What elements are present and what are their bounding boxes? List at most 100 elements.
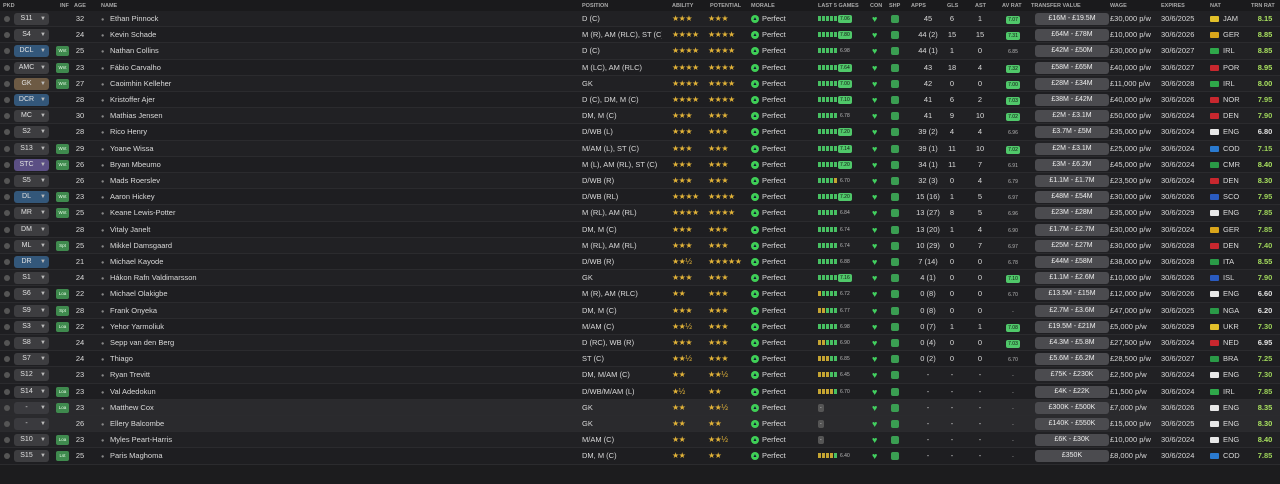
picked-indicator-icon[interactable] [4, 178, 10, 184]
picked-indicator-icon[interactable] [4, 113, 10, 120]
header-apps[interactable]: APPS [911, 3, 926, 9]
table-row[interactable]: S4 ▼ 24 ● Kevin Schade M (R), AM (RLC), ST (C… [0, 27, 1280, 44]
transfer-value-cell[interactable]: £2M - £3.1M [1035, 142, 1109, 155]
picked-indicator-icon[interactable] [4, 404, 10, 411]
player-name[interactable]: Aaron Hickey [110, 192, 155, 201]
player-name[interactable]: Myles Peart-Harris [110, 435, 172, 444]
player-name[interactable]: Mads Roerslev [110, 176, 160, 185]
table-row[interactable]: S15 ▼ Lst 25 ● Paris Maghoma DM, M (C) ★★ ★★ ▲ Per… [0, 448, 1280, 465]
position-selector[interactable]: DCL ▼ [14, 45, 49, 58]
player-name-cell[interactable]: ● Fábio Carvalho [101, 60, 301, 76]
position-selector[interactable]: S12 ▼ [14, 369, 49, 382]
player-name-cell[interactable]: ● Val Adedokun [101, 384, 301, 400]
table-row[interactable]: MR ▼ Wnt 25 ● Keane Lewis-Potter M (RL), AM (R… [0, 205, 1280, 222]
player-name-cell[interactable]: ● Nathan Collins [101, 43, 301, 59]
header-potential[interactable]: POTENTIAL [710, 3, 741, 9]
player-name[interactable]: Matthew Cox [110, 403, 154, 412]
nationality-cell[interactable]: ITA [1210, 254, 1254, 270]
nationality-cell[interactable]: COD [1210, 141, 1254, 157]
nationality-cell[interactable]: ENG [1210, 205, 1254, 221]
transfer-value-cell[interactable]: £38M - £42M [1035, 94, 1109, 106]
transfer-value-cell[interactable]: £16M - £19.5M [1035, 13, 1109, 25]
player-name[interactable]: Yoane Wissa [110, 144, 154, 153]
player-name[interactable]: Michael Olakigbe [110, 289, 168, 298]
position-selector[interactable]: S5 ▼ [14, 175, 49, 187]
player-name-cell[interactable]: ● Kristoffer Ajer [101, 92, 301, 108]
header-wage[interactable]: WAGE [1110, 3, 1127, 9]
player-name-cell[interactable]: ● Matthew Cox [101, 400, 301, 416]
picked-indicator-icon[interactable] [4, 453, 10, 460]
transfer-value-cell[interactable]: £1.1M - £2.6M [1035, 272, 1109, 285]
table-row[interactable]: DR ▼ 21 ● Michael Kayode D/WB (R) ★★½ ★★★★★ ▲ Per… [0, 254, 1280, 271]
player-name[interactable]: Mathias Jensen [110, 111, 163, 120]
picked-indicator-icon[interactable] [4, 421, 10, 427]
player-name-cell[interactable]: ● Aaron Hickey [101, 189, 301, 205]
position-selector[interactable]: S13 ▼ [14, 142, 49, 155]
picked-indicator-icon[interactable] [4, 97, 10, 103]
position-selector[interactable]: S14 ▼ [14, 385, 49, 398]
transfer-value-cell[interactable]: £13.5M - £15M [1035, 288, 1109, 301]
position-selector[interactable]: - ▼ [14, 401, 49, 414]
table-row[interactable]: S11 ▼ 32 ● Ethan Pinnock D (C) ★★★ ★★★ ▲ Perfect 7… [0, 11, 1280, 28]
position-selector[interactable]: MC ▼ [14, 110, 49, 123]
player-name[interactable]: Bryan Mbeumo [110, 160, 161, 169]
header-con[interactable]: CON [870, 3, 882, 9]
player-name-cell[interactable]: ● Ryan Trevitt [101, 367, 301, 383]
picked-indicator-icon[interactable] [4, 129, 10, 136]
transfer-value-cell[interactable]: £4K - £22K [1035, 385, 1109, 398]
position-selector[interactable]: MR ▼ [14, 207, 49, 220]
nationality-cell[interactable]: ENG [1210, 400, 1254, 416]
player-name-cell[interactable]: ● Mads Roerslev [101, 173, 301, 189]
picked-indicator-icon[interactable] [4, 16, 10, 22]
player-name-cell[interactable]: ● Keane Lewis-Potter [101, 205, 301, 221]
player-name[interactable]: Ethan Pinnock [110, 14, 158, 23]
nationality-cell[interactable]: UKR [1210, 319, 1254, 335]
picked-indicator-icon[interactable] [4, 307, 10, 314]
player-name-cell[interactable]: ● Paris Maghoma [101, 448, 301, 464]
nationality-cell[interactable]: GER [1210, 222, 1254, 238]
player-name[interactable]: Caoimhin Kelleher [110, 79, 171, 88]
picked-indicator-icon[interactable] [4, 32, 10, 39]
transfer-value-cell[interactable]: £1.1M - £1.7M [1035, 175, 1109, 187]
nationality-cell[interactable]: ENG [1210, 367, 1254, 383]
table-row[interactable]: GK ▼ Wnt 27 ● Caoimhin Kelleher GK ★★★★ ★★★★ ▲ Per… [0, 75, 1280, 92]
picked-indicator-icon[interactable] [4, 64, 10, 71]
position-selector[interactable]: S6 ▼ [14, 288, 49, 301]
nationality-cell[interactable]: BRA [1210, 351, 1254, 367]
player-name[interactable]: Nathan Collins [110, 46, 159, 55]
table-row[interactable]: S2 ▼ 28 ● Rico Henry D/WB (L) ★★★ ★★★ ▲ Perfect 7.… [0, 124, 1280, 141]
player-name[interactable]: Rico Henry [110, 127, 147, 136]
position-selector[interactable]: S3 ▼ [14, 320, 49, 333]
player-name-cell[interactable]: ● Sepp van den Berg [101, 335, 301, 351]
picked-indicator-icon[interactable] [4, 291, 10, 298]
table-row[interactable]: S6 ▼ Loa 22 ● Michael Olakigbe M (R), AM (RLC)… [0, 286, 1280, 303]
table-row[interactable]: S8 ▼ 24 ● Sepp van den Berg D (RC), WB (R) ★★★… [0, 335, 1280, 352]
position-selector[interactable]: S10 ▼ [14, 434, 49, 447]
player-name-cell[interactable]: ● Bryan Mbeumo [101, 157, 301, 173]
player-name[interactable]: Vitaly Janelt [110, 225, 150, 234]
table-row[interactable]: S5 ▼ 26 ● Mads Roerslev D/WB (R) ★★★ ★★★ ▲ Perfec… [0, 173, 1280, 190]
player-name[interactable]: Hákon Rafn Valdimarsson [110, 273, 197, 282]
picked-indicator-icon[interactable] [4, 145, 10, 152]
header-position[interactable]: POSITION [582, 3, 608, 9]
nationality-cell[interactable]: NED [1210, 335, 1254, 351]
player-name-cell[interactable]: ● Caoimhin Kelleher [101, 76, 301, 92]
picked-indicator-icon[interactable] [4, 259, 10, 265]
player-name-cell[interactable]: ● Vitaly Janelt [101, 222, 301, 238]
picked-indicator-icon[interactable] [4, 242, 10, 249]
nationality-cell[interactable]: NOR [1210, 92, 1254, 108]
header-transfer-value[interactable]: TRANSFER VALUE [1031, 3, 1081, 9]
player-name[interactable]: Kristoffer Ajer [110, 95, 155, 104]
player-name[interactable]: Yehor Yarmoliuk [110, 322, 164, 331]
transfer-value-cell[interactable]: £48M - £54M [1035, 191, 1109, 204]
table-row[interactable]: DL ▼ Wnt 23 ● Aaron Hickey D/WB (RL) ★★★★ ★★★★ ▲ P… [0, 189, 1280, 206]
table-row[interactable]: DCL ▼ Wnt 25 ● Nathan Collins D (C) ★★★★ ★★★★ ▲ Pe… [0, 43, 1280, 60]
picked-indicator-icon[interactable] [4, 210, 10, 217]
picked-indicator-icon[interactable] [4, 80, 10, 87]
nationality-cell[interactable]: DEN [1210, 108, 1254, 124]
header-trn-rat[interactable]: TRN RAT [1251, 3, 1275, 9]
player-name-cell[interactable]: ● Michael Olakigbe [101, 286, 301, 302]
player-name[interactable]: Thiago [110, 354, 133, 363]
nationality-cell[interactable]: ENG [1210, 416, 1254, 432]
table-row[interactable]: S3 ▼ Loa 22 ● Yehor Yarmoliuk M/AM (C) ★★½ ★★★ ▲ P… [0, 318, 1280, 335]
